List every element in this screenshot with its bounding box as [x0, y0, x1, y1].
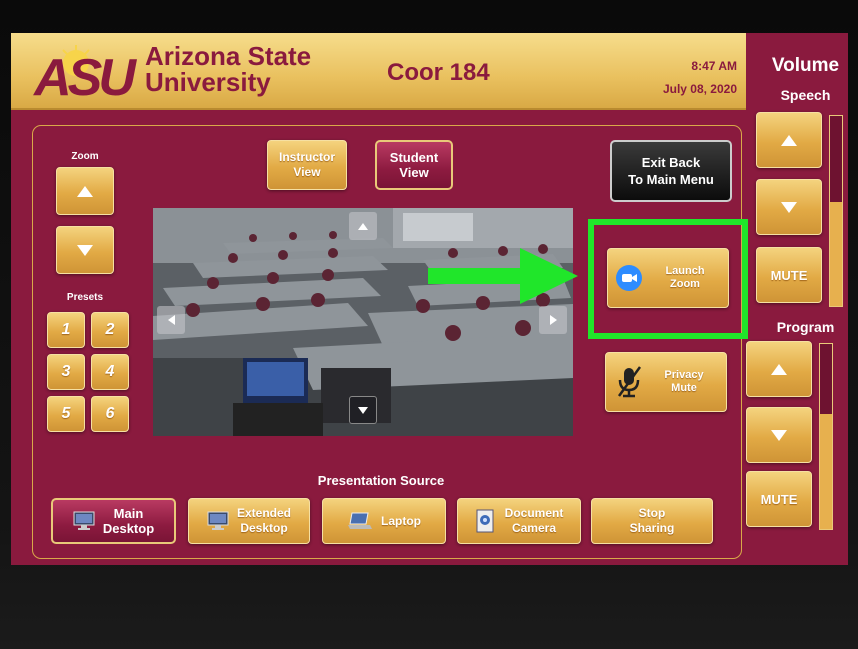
green-arrow-icon: [428, 248, 578, 304]
launch-zoom-highlight-box: [588, 219, 748, 339]
